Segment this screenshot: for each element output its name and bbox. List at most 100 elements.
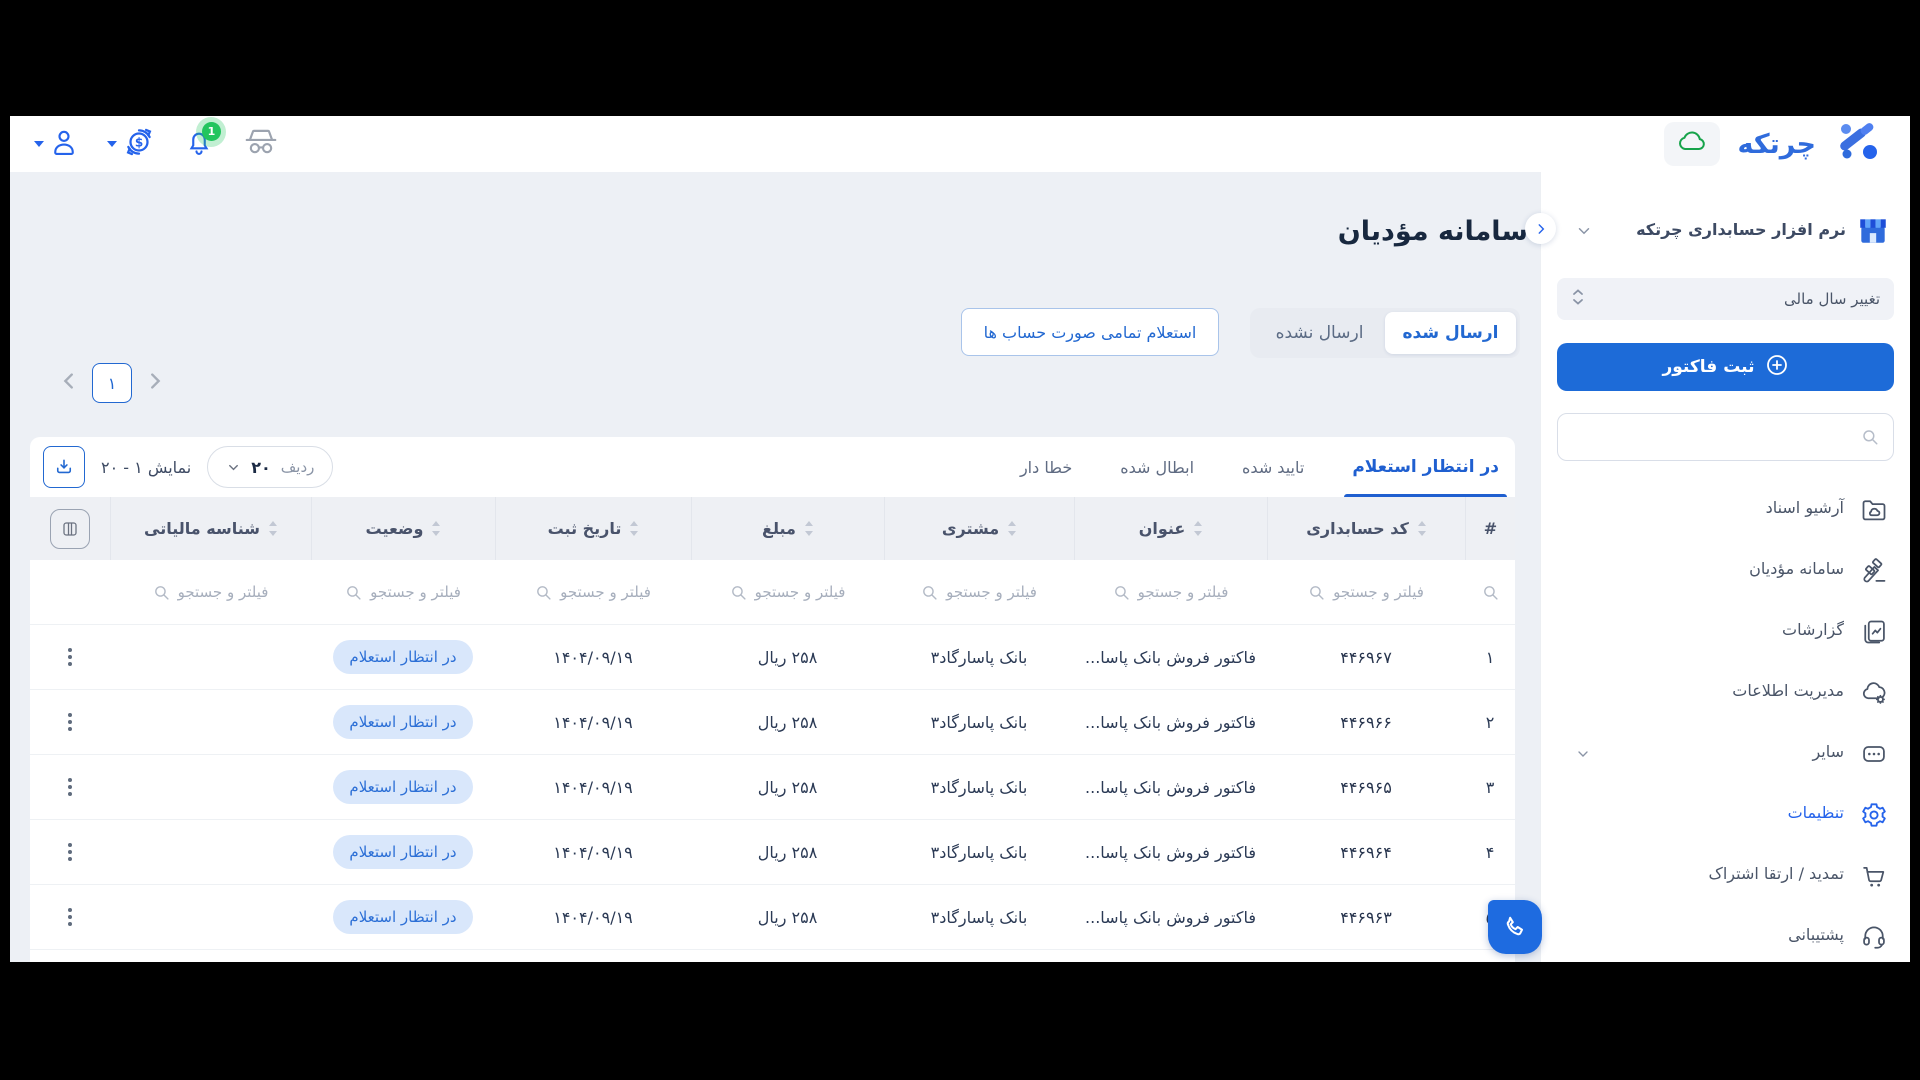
new-invoice-button[interactable]: ثبت فاکتور — [1557, 343, 1894, 391]
chevron-down-icon[interactable] — [1575, 746, 1591, 766]
partial-next-row — [30, 949, 1515, 962]
cell-status: در انتظار استعلام — [311, 690, 495, 754]
column-header-status[interactable]: وضعیت — [311, 497, 495, 560]
sidebar-menu-item[interactable]: مدیریت اطلاعات — [1541, 669, 1910, 717]
column-header-amount[interactable]: مبلغ — [691, 497, 884, 560]
previous-page-icon[interactable] — [58, 368, 80, 398]
cell-status: در انتظار استعلام — [311, 755, 495, 819]
table-row[interactable]: ۱ ۴۴۶۹۶۷ فاکتور فروش بانک پاسا... بانک پ… — [30, 624, 1515, 689]
status-tab[interactable]: در انتظار استعلام — [1352, 437, 1499, 497]
send-state-tabs: ارسال شده ارسال نشده — [1250, 308, 1520, 358]
cell-actions — [30, 755, 110, 819]
cell-customer: بانک پاسارگاد۳ — [884, 625, 1074, 689]
cell-index: ۲ — [1465, 690, 1515, 754]
sidebar-menu-item[interactable]: سایر — [1541, 730, 1910, 778]
column-header-tax-id[interactable]: شناسه مالیاتی — [110, 497, 311, 560]
row-menu-button[interactable] — [62, 837, 78, 867]
column-header-accounting-code[interactable]: کد حسابداری — [1267, 497, 1465, 560]
row-menu-button[interactable] — [62, 902, 78, 932]
send-state-tab[interactable]: ارسال نشده — [1254, 312, 1385, 354]
cell-accounting-code: ۴۴۶۹۶۳ — [1267, 885, 1465, 949]
download-button[interactable] — [43, 446, 85, 488]
current-page-box[interactable]: ۱ — [92, 363, 132, 403]
column-header-title[interactable]: عنوان — [1074, 497, 1267, 560]
sidebar-menu-item[interactable]: تنظیمات — [1541, 791, 1910, 839]
rows-per-page-dropdown[interactable]: ردیف ۲۰ — [207, 446, 333, 488]
filter-title[interactable]: فیلتر و جستجو — [1074, 560, 1267, 624]
cell-tax-id — [110, 820, 311, 884]
sidebar-menu-item[interactable]: پشتیبانی — [1541, 913, 1910, 961]
cloud-sync-button[interactable] — [1664, 122, 1720, 166]
sidebar-menu-item[interactable]: آرشیو اسناد — [1541, 486, 1910, 534]
row-menu-button[interactable] — [62, 707, 78, 737]
filter-index[interactable] — [1465, 560, 1515, 624]
sidebar-menu-item[interactable]: گزارشات — [1541, 608, 1910, 656]
notifications-button[interactable]: 1 — [184, 127, 214, 161]
column-header-index[interactable]: # — [1465, 497, 1515, 560]
table-row[interactable]: ۳ ۴۴۶۹۶۵ فاکتور فروش بانک پاسا... بانک پ… — [30, 754, 1515, 819]
sidebar-item-label: گزارشات — [1782, 620, 1844, 639]
chevron-down-icon — [226, 460, 241, 475]
support-call-button[interactable] — [1488, 900, 1542, 954]
reports-icon — [1860, 618, 1888, 646]
chevron-down-icon — [34, 141, 44, 147]
sidebar-menu-item[interactable]: تمدید / ارتقا اشتراک — [1541, 852, 1910, 900]
cloud-icon — [1676, 130, 1708, 158]
status-tabs: در انتظار استعلام تایید شده ابطال شده خط… — [1020, 437, 1499, 497]
search-icon — [921, 584, 938, 601]
row-menu-button[interactable] — [62, 772, 78, 802]
chevron-right-icon — [1534, 222, 1548, 236]
inquiry-all-statements-button[interactable]: استعلام تمامی صورت حساب ها — [961, 308, 1219, 356]
notification-badge: 1 — [202, 122, 221, 141]
sidebar-search-input[interactable] — [1557, 413, 1894, 461]
sidebar-collapse-button[interactable] — [1525, 213, 1556, 244]
column-header-customer[interactable]: مشتری — [884, 497, 1074, 560]
more-icon — [1860, 740, 1888, 768]
columns-icon — [61, 520, 79, 538]
sidebar-item-label: تنظیمات — [1788, 803, 1844, 822]
cell-register-date: ۱۴۰۴/۰۹/۱۹ — [495, 755, 691, 819]
cell-actions — [30, 885, 110, 949]
currency-menu-button[interactable]: $ — [107, 125, 156, 163]
send-state-tab[interactable]: ارسال شده — [1385, 312, 1516, 354]
column-header-actions — [30, 497, 110, 560]
filter-amount[interactable]: فیلتر و جستجو — [691, 560, 884, 624]
send-tab-label: ارسال شده — [1403, 323, 1499, 343]
brand-logo-icon — [1834, 121, 1880, 167]
fiscal-year-selector[interactable]: تغییر سال مالی — [1557, 278, 1894, 320]
table-row[interactable]: ۲ ۴۴۶۹۶۶ فاکتور فروش بانک پاسا... بانک پ… — [30, 689, 1515, 754]
next-page-icon[interactable] — [144, 368, 166, 398]
table-row[interactable]: ۴ ۴۴۶۹۶۴ فاکتور فروش بانک پاسا... بانک پ… — [30, 819, 1515, 884]
row-menu-button[interactable] — [62, 642, 78, 672]
cell-status: در انتظار استعلام — [311, 820, 495, 884]
archive-folder-icon — [1860, 496, 1888, 524]
status-tab[interactable]: خطا دار — [1020, 437, 1072, 497]
filter-accounting-code[interactable]: فیلتر و جستجو — [1267, 560, 1465, 624]
user-menu-button[interactable] — [34, 127, 79, 161]
filter-register-date[interactable]: فیلتر و جستجو — [495, 560, 691, 624]
column-settings-button[interactable] — [50, 509, 90, 549]
filter-tax-id[interactable]: فیلتر و جستجو — [110, 560, 311, 624]
cart-icon — [1860, 862, 1888, 890]
cell-status: در انتظار استعلام — [311, 625, 495, 689]
table-header-row: # کد حسابداری عنوان مشتری مبلغ تاریخ ثبت… — [30, 497, 1515, 560]
table-row[interactable]: ۵ ۴۴۶۹۶۳ فاکتور فروش بانک پاسا... بانک پ… — [30, 884, 1515, 949]
column-header-register-date[interactable]: تاریخ ثبت — [495, 497, 691, 560]
cell-title: فاکتور فروش بانک پاسا... — [1074, 755, 1267, 819]
sidebar-app-header[interactable]: نرم افزار حسابداری چرتکه — [1541, 208, 1910, 258]
status-tab[interactable]: ابطال شده — [1120, 437, 1194, 497]
chevron-down-icon[interactable] — [1575, 222, 1593, 244]
sidebar-menu-item[interactable]: سامانه مؤدیان — [1541, 547, 1910, 595]
status-badge: در انتظار استعلام — [333, 640, 472, 674]
brand-wordmark: چرتکه — [1738, 129, 1816, 160]
incognito-button[interactable] — [242, 127, 280, 161]
search-icon — [730, 584, 747, 601]
cell-accounting-code: ۴۴۶۹۶۵ — [1267, 755, 1465, 819]
cell-amount: ۲۵۸ ریال — [691, 755, 884, 819]
filter-status[interactable]: فیلتر و جستجو — [311, 560, 495, 624]
status-tab-label: خطا دار — [1020, 458, 1072, 477]
status-tab[interactable]: تایید شده — [1242, 437, 1304, 497]
cell-customer: بانک پاسارگاد۳ — [884, 690, 1074, 754]
cell-customer: بانک پاسارگاد۳ — [884, 885, 1074, 949]
filter-customer[interactable]: فیلتر و جستجو — [884, 560, 1074, 624]
